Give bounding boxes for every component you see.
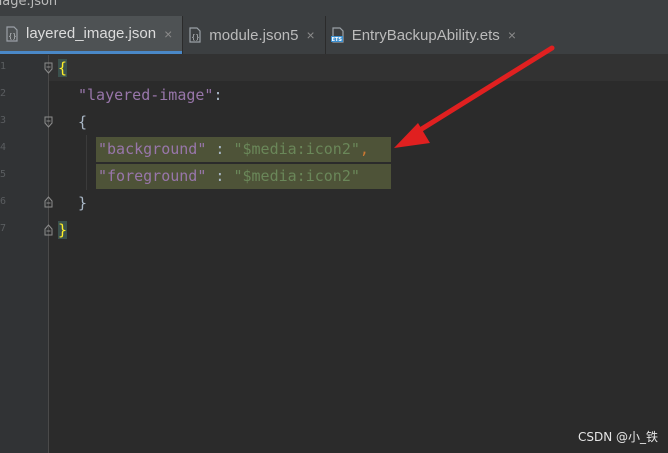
- line-number-gutter: 1 2 3 4 5 6 7: [0, 55, 48, 453]
- svg-text:{}: {}: [191, 34, 199, 42]
- line-number: 1: [0, 61, 6, 72]
- json-string-value: "$media:icon2": [233, 167, 360, 185]
- code-line-7: }: [58, 217, 68, 243]
- json-brace: {: [78, 113, 88, 131]
- line-number: 6: [0, 196, 6, 207]
- json-brace: }: [78, 194, 88, 212]
- current-line-highlight: [49, 55, 668, 81]
- tab-label: EntryBackupAbility.ets: [351, 26, 500, 44]
- line-number: 7: [0, 223, 6, 234]
- json-key: "foreground": [98, 167, 207, 185]
- json-file-icon: {}: [189, 27, 201, 43]
- watermark: CSDN @小_铁: [577, 430, 658, 444]
- code-line-2: "layered-image":: [78, 82, 223, 108]
- close-icon[interactable]: ×: [508, 27, 516, 43]
- tab-label: layered_image.json: [26, 25, 157, 42]
- code-line-1: {: [58, 55, 68, 81]
- ets-file-icon: ETS: [330, 27, 344, 43]
- json-colon: :: [206, 167, 234, 185]
- svg-text:{}: {}: [8, 32, 16, 40]
- matched-brace: }: [58, 221, 68, 239]
- fold-close-icon[interactable]: [44, 224, 53, 236]
- indent-guide: [86, 135, 87, 190]
- fold-close-icon[interactable]: [44, 196, 53, 208]
- json-comma: ,: [359, 140, 369, 158]
- svg-text:ETS: ETS: [331, 37, 342, 43]
- fold-open-icon[interactable]: [44, 62, 53, 74]
- line-number: 5: [0, 169, 6, 180]
- close-icon[interactable]: ×: [307, 27, 315, 43]
- window-title: nage.json: [0, 0, 58, 9]
- code-line-3: {: [78, 109, 87, 135]
- tab-layered-image-json[interactable]: {} layered_image.json ×: [0, 16, 183, 54]
- json-key: "layered-image": [78, 86, 214, 104]
- tab-module-json5[interactable]: {} module.json5 ×: [183, 16, 324, 54]
- editor-tab-bar: {} layered_image.json × {} module.json5 …: [0, 16, 668, 55]
- fold-open-icon[interactable]: [44, 116, 53, 128]
- code-editor[interactable]: [49, 55, 668, 453]
- close-icon[interactable]: ×: [164, 26, 172, 42]
- window-title-bar: nage.json: [0, 0, 668, 16]
- json-colon: :: [206, 140, 234, 158]
- line-number: 3: [0, 115, 6, 126]
- code-line-4: "background" : "$media:icon2",: [98, 136, 369, 162]
- tab-entry-backup-ability-ets[interactable]: ETS EntryBackupAbility.ets ×: [326, 16, 526, 54]
- line-number: 4: [0, 142, 6, 153]
- json-key: "background": [98, 140, 207, 158]
- tab-label: module.json5: [209, 26, 299, 44]
- json-colon: :: [213, 86, 223, 104]
- line-number: 2: [0, 88, 6, 99]
- json-file-icon: {}: [6, 25, 18, 42]
- matched-brace: {: [58, 59, 68, 77]
- code-line-5: "foreground" : "$media:icon2": [98, 163, 360, 189]
- json-string-value: "$media:icon2": [233, 140, 360, 158]
- code-line-6: }: [78, 190, 87, 216]
